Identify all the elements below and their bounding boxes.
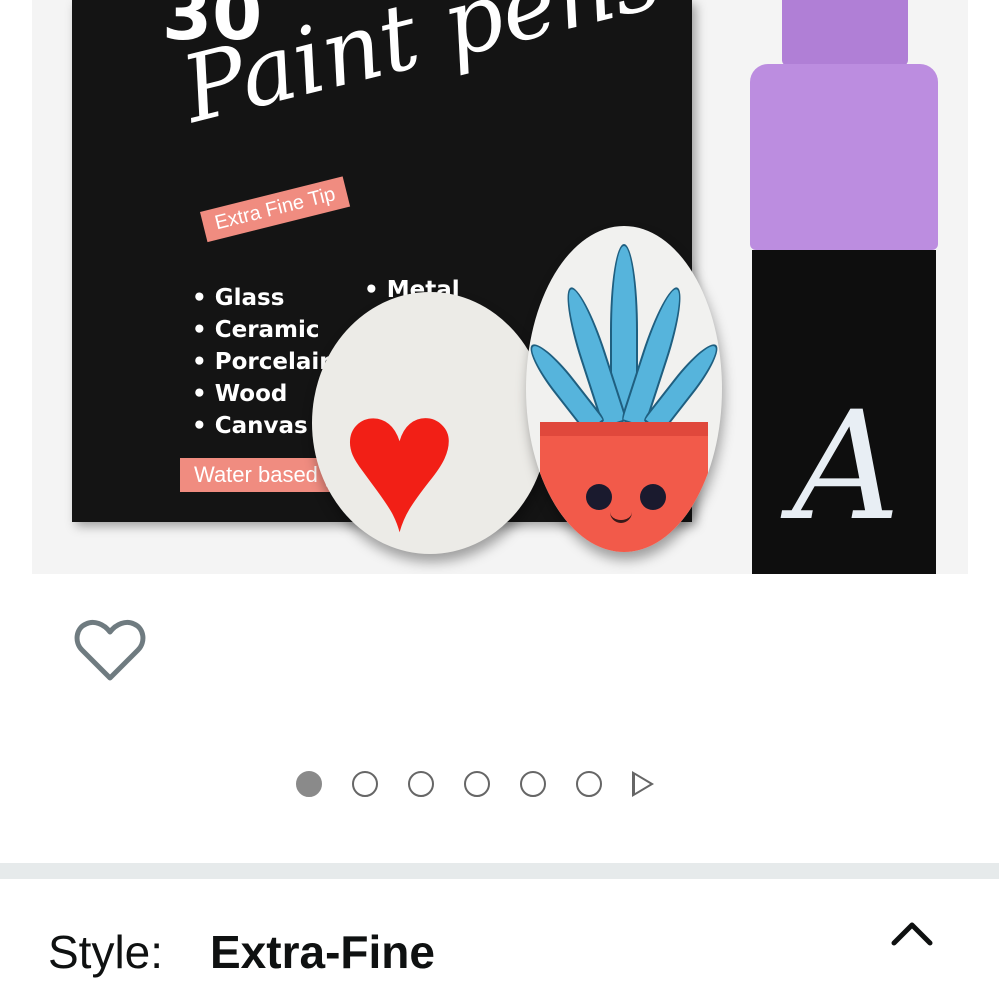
surface-item: Ceramic — [192, 314, 336, 346]
carousel-dot[interactable] — [352, 771, 378, 797]
surface-item: Porcelain — [192, 346, 336, 378]
style-value: Extra-Fine — [210, 926, 435, 978]
box-tag: Extra Fine Tip — [200, 176, 351, 243]
play-triangle-icon[interactable] — [632, 771, 654, 797]
carousel-dot[interactable] — [576, 771, 602, 797]
carousel-dots — [296, 768, 654, 800]
pen-cap — [750, 64, 938, 250]
paint-pen: A — [750, 0, 938, 574]
heart-outline-icon[interactable] — [74, 618, 146, 684]
pen-logo: A — [792, 380, 901, 554]
plant-pot — [540, 422, 708, 552]
box-title: Paint pens — [172, 0, 671, 144]
carousel-dot-active[interactable] — [296, 771, 322, 797]
carousel-dot[interactable] — [408, 771, 434, 797]
section-divider — [0, 863, 999, 879]
carousel-dot[interactable] — [520, 771, 546, 797]
pen-top — [782, 0, 908, 66]
product-image[interactable]: 30 Paint pens Extra Fine Tip Glass Ceram… — [32, 0, 968, 574]
pot-smile — [610, 510, 632, 523]
plant-stone — [526, 226, 722, 552]
pot-eye — [640, 484, 666, 510]
surface-item: Glass — [192, 282, 336, 314]
style-selector[interactable]: Style: Extra-Fine — [0, 879, 999, 1000]
carousel-dot[interactable] — [464, 771, 490, 797]
heart-stone: ♥ — [312, 292, 548, 562]
style-label: Style: — [48, 926, 164, 978]
chevron-up-icon[interactable] — [888, 917, 936, 949]
painted-heart: ♥ — [340, 350, 459, 573]
pen-body: A — [752, 250, 936, 574]
pot-eye — [586, 484, 612, 510]
